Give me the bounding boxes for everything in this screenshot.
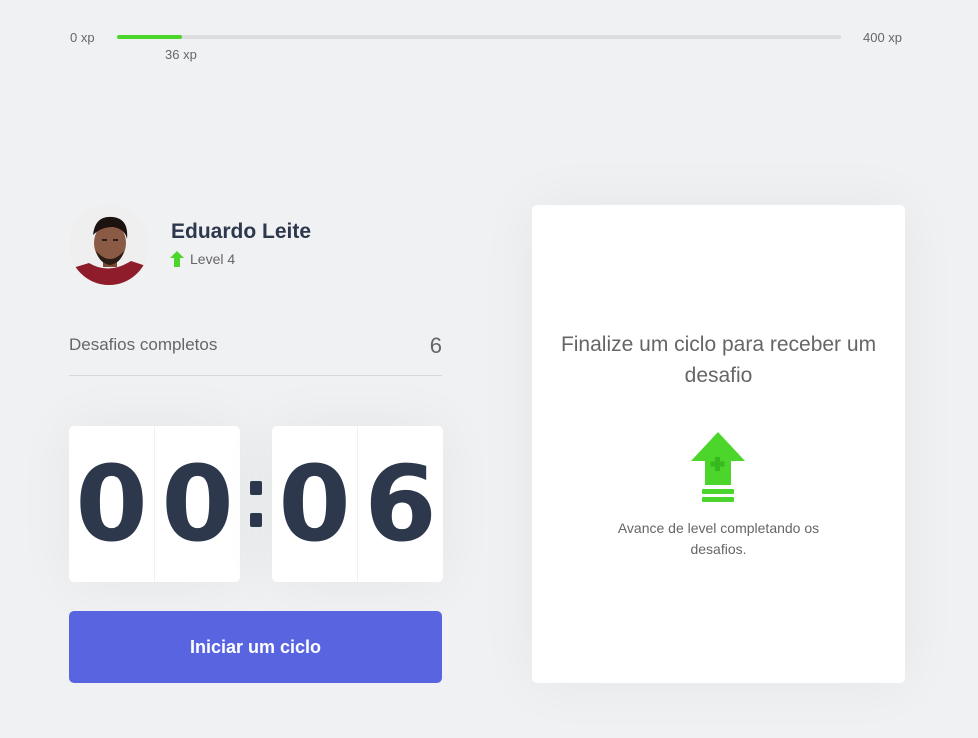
- completed-challenges-label: Desafios completos: [69, 335, 218, 354]
- arrow-up-icon: [170, 251, 184, 267]
- countdown-minutes: 0 0: [69, 426, 240, 582]
- colon-dot-top: [250, 481, 262, 495]
- completed-challenges-count: 6: [429, 333, 442, 358]
- xp-current-label: 36 xp: [165, 47, 197, 62]
- countdown-seconds: 0 6: [272, 426, 443, 582]
- avatar-image: [69, 205, 149, 285]
- second-digit-tens: 0: [272, 426, 358, 582]
- level-up-icon: [691, 432, 745, 502]
- completed-challenges: Desafios completos 6: [69, 333, 442, 376]
- level-label: Level 4: [190, 251, 236, 267]
- profile-name: Eduardo Leite: [171, 220, 312, 243]
- xp-max-label: 400 xp: [863, 30, 903, 45]
- xp-min-label: 0 xp: [70, 30, 95, 45]
- xp-progress-track: [117, 35, 841, 39]
- minute-digit-tens: 0: [69, 426, 155, 582]
- challenge-box-text: Avance de level completando os desafios.: [617, 520, 820, 557]
- avatar: [69, 205, 149, 285]
- countdown-timer: 0 0 0 6: [69, 426, 443, 582]
- start-cycle-button[interactable]: Iniciar um ciclo: [69, 611, 442, 683]
- minute-digit-ones: 0: [161, 443, 234, 565]
- second-digit-ones: 6: [364, 443, 437, 565]
- challenge-box: Finalize um ciclo para receber um desafi…: [532, 205, 905, 683]
- challenge-box-title: Finalize um ciclo para receber um desafi…: [560, 333, 877, 387]
- xp-progress-fill: [117, 35, 183, 39]
- experience-bar: 0 xp 36 xp 400 xp: [0, 0, 978, 70]
- profile-level: Level 4: [170, 251, 235, 267]
- colon-dot-bottom: [250, 513, 262, 527]
- countdown-separator: [240, 426, 272, 582]
